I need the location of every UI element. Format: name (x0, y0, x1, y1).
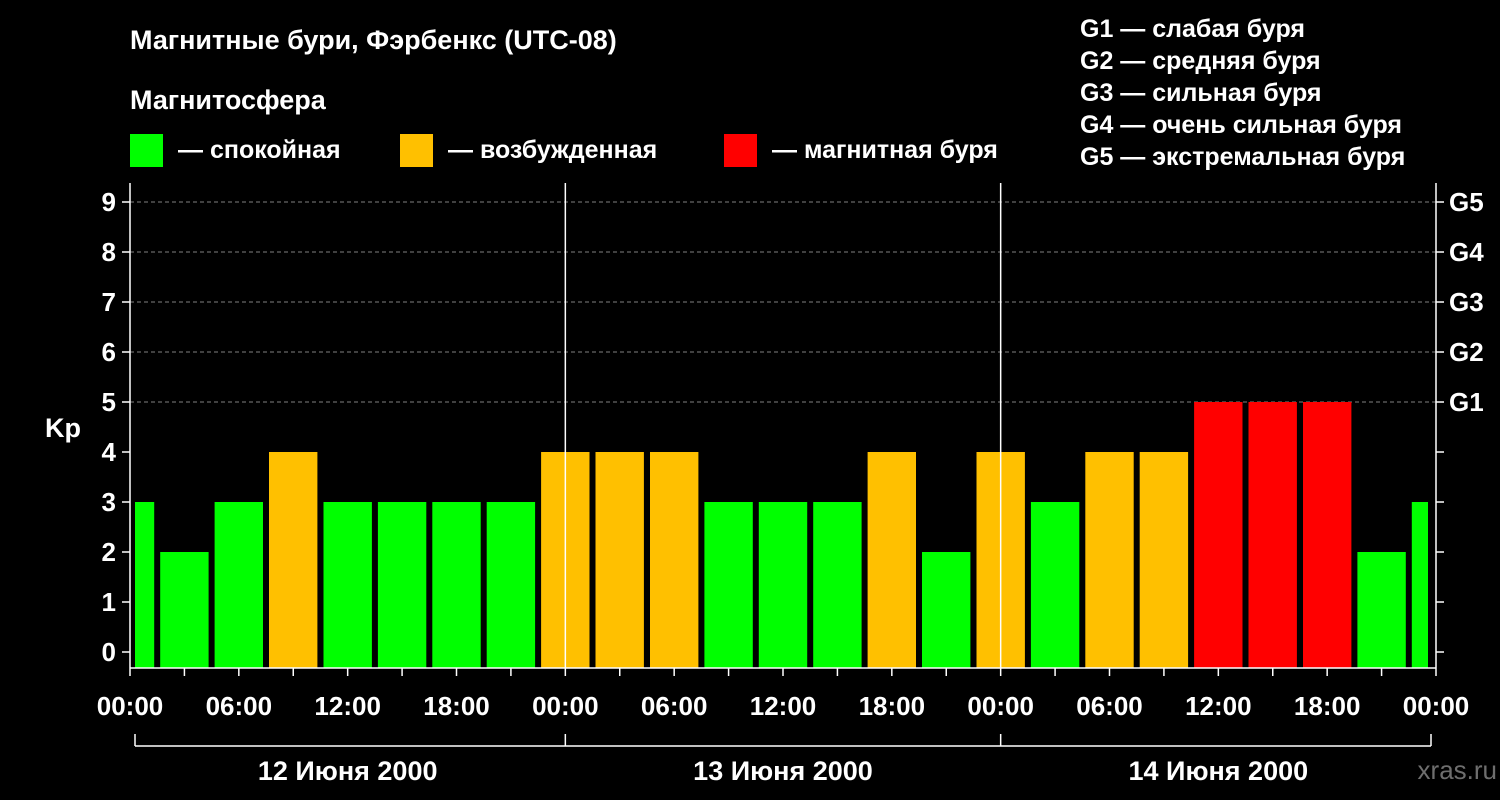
y-tick-label: 8 (102, 237, 116, 267)
y-tick-label: 0 (102, 637, 116, 667)
chart-title: Магнитные бури, Фэрбенкс (UTC-08) (130, 25, 617, 55)
g-level-label-g3: G3 (1449, 287, 1484, 317)
x-tick-label: 12:00 (1185, 691, 1252, 721)
legend-label-quiet: — спокойная (178, 136, 341, 164)
kp-bar-24-quiet (1411, 502, 1428, 668)
g-level-label-g2: G2 (1449, 337, 1484, 367)
g-scale-legend: G1 — слабая буря G2 — средняя буря G3 — … (1080, 15, 1405, 171)
date-label: 12 Июня 2000 (258, 756, 438, 786)
kp-bar-18-active (1085, 452, 1134, 668)
kp-bar-11-quiet (704, 502, 753, 668)
g-scale-item-g1: G1 — слабая буря (1080, 15, 1305, 43)
kp-bar-2-quiet (214, 502, 263, 668)
x-tick-label: 18:00 (423, 691, 490, 721)
y-tick-label: 5 (102, 387, 116, 417)
kp-bar-14-active (867, 452, 916, 668)
legend-swatch-active (400, 134, 433, 167)
kp-bar-21-storm (1248, 402, 1297, 668)
kp-bar-20-storm (1194, 402, 1243, 668)
g-level-label-g4: G4 (1449, 237, 1484, 267)
legend: — спокойная — возбужденная — магнитная б… (130, 134, 998, 167)
kp-bar-17-quiet (1030, 502, 1080, 668)
y-axis-label: Kp (45, 413, 81, 443)
kp-bar-23-quiet (1357, 552, 1406, 668)
x-tick-label: 18:00 (859, 691, 926, 721)
kp-bar-3-active (269, 452, 318, 668)
x-tick-label: 12:00 (750, 691, 817, 721)
x-tick-label: 06:00 (641, 691, 708, 721)
x-tick-label: 06:00 (206, 691, 273, 721)
kp-bar-22-storm (1303, 402, 1352, 668)
brand-watermark: xras.ru (1418, 755, 1497, 785)
legend-label-storm: — магнитная буря (772, 136, 998, 164)
kp-bar-5-quiet (377, 502, 427, 668)
kp-bar-1-quiet (160, 552, 209, 668)
magnetosphere-label: Магнитосфера (130, 85, 327, 115)
date-label: 13 Июня 2000 (693, 756, 873, 786)
date-label: 14 Июня 2000 (1129, 756, 1309, 786)
x-tick-label: 12:00 (314, 691, 381, 721)
kp-bar-6-quiet (432, 502, 481, 668)
bars (135, 402, 1428, 668)
y-tick-label: 7 (102, 287, 116, 317)
kp-bar-13-quiet (813, 502, 862, 668)
kp-bar-9-active (595, 452, 644, 668)
legend-swatch-quiet (130, 134, 163, 167)
y-tick-label: 9 (102, 187, 116, 217)
kp-bar-4-quiet (323, 502, 372, 668)
x-tick-label: 18:00 (1294, 691, 1361, 721)
kp-bar-15-quiet (922, 552, 971, 668)
y-tick-label: 3 (102, 487, 116, 517)
legend-label-active: — возбужденная (448, 136, 657, 164)
y-tick-label: 1 (102, 587, 116, 617)
g-scale-item-g4: G4 — очень сильная буря (1080, 111, 1402, 139)
y-tick-label: 6 (102, 337, 116, 367)
kp-bar-0-quiet (135, 502, 155, 668)
y-tick-label: 4 (102, 437, 117, 467)
kp-bar-7-quiet (486, 502, 536, 668)
kp-chart: Магнитные бури, Фэрбенкс (UTC-08) Магнит… (45, 15, 1497, 786)
x-tick-label: 06:00 (1076, 691, 1143, 721)
g-scale-item-g2: G2 — средняя буря (1080, 47, 1321, 75)
g-scale-item-g3: G3 — сильная буря (1080, 79, 1322, 107)
x-tick-label: 00:00 (967, 691, 1034, 721)
grid (130, 201, 1436, 403)
g-scale-item-g5: G5 — экстремальная буря (1080, 143, 1405, 171)
x-tick-label: 00:00 (1403, 691, 1470, 721)
y-tick-label: 2 (102, 537, 116, 567)
x-tick-label: 00:00 (532, 691, 599, 721)
kp-bar-12-quiet (758, 502, 808, 668)
x-tick-label: 00:00 (97, 691, 164, 721)
g-level-label-g1: G1 (1449, 387, 1484, 417)
legend-swatch-storm (724, 134, 757, 167)
kp-bar-19-active (1139, 452, 1189, 668)
date-bracket: 12 Июня 2000 13 Июня 2000 14 Июня 2000 (134, 734, 1432, 786)
kp-bar-10-active (650, 452, 699, 668)
g-level-label-g5: G5 (1449, 187, 1484, 217)
